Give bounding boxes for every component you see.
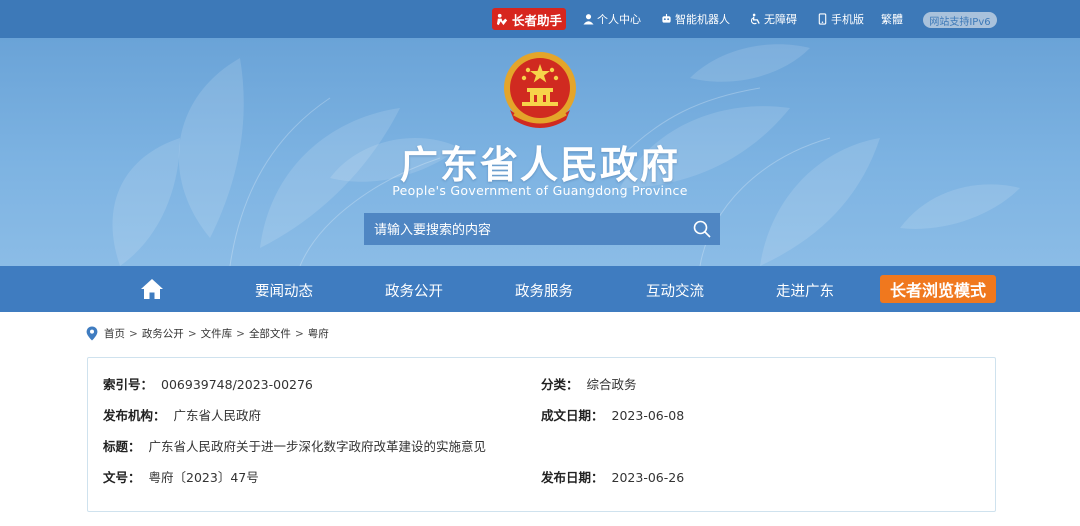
index-number-label: 索引号：	[103, 377, 154, 392]
top-utility-bar: 长者助手 个人中心 智能机器人 无障碍 手机版 繁體 网站支持IPv6	[0, 0, 1080, 38]
elder-helper-button[interactable]: 长者助手	[492, 8, 566, 30]
nav-item-gov-affairs[interactable]: 政务公开	[385, 280, 443, 301]
publisher-value: 广东省人民政府	[173, 408, 262, 423]
breadcrumb-separator: >	[187, 327, 197, 340]
nav-item-news[interactable]: 要闻动态	[255, 280, 313, 301]
search-input[interactable]	[364, 213, 684, 245]
created-date-field: 成文日期： 2023-06-08	[541, 405, 684, 424]
ipv6-badge: 网站支持IPv6	[923, 12, 997, 28]
traditional-chinese-link[interactable]: 繁體	[881, 11, 903, 27]
breadcrumb-separator: >	[236, 327, 245, 340]
nav-item-gov-services[interactable]: 政务服务	[515, 280, 573, 301]
home-icon[interactable]	[140, 278, 164, 300]
doc-number-field: 文号： 粤府〔2023〕47号	[103, 467, 259, 486]
accessibility-label: 无障碍	[764, 13, 797, 26]
category-field: 分类： 综合政务	[541, 374, 637, 393]
created-date-label: 成文日期：	[541, 408, 604, 423]
mobile-icon	[818, 13, 827, 25]
document-info-card: 索引号： 006939748/2023-00276 分类： 综合政务 发布机构： 广东…	[87, 357, 996, 512]
published-date-label: 发布日期：	[541, 470, 604, 485]
breadcrumb-file-library[interactable]: 文件库	[201, 326, 233, 341]
index-number-value: 006939748/2023-00276	[161, 377, 313, 392]
breadcrumb-home[interactable]: 首页	[104, 326, 125, 341]
category-value: 综合政务	[586, 377, 637, 392]
published-date-value: 2023-06-26	[611, 470, 685, 485]
mobile-link[interactable]: 手机版	[817, 11, 864, 27]
title-field: 标题： 广东省人民政府关于进一步深化数字政府改革建设的实施意见	[103, 436, 486, 455]
doc-number-label: 文号：	[103, 470, 141, 485]
publisher-field: 发布机构： 广东省人民政府	[103, 405, 261, 424]
accessibility-icon	[750, 13, 760, 25]
title-label: 标题：	[103, 439, 141, 454]
traditional-chinese-label: 繁體	[881, 13, 903, 26]
elder-helper-label: 长者助手	[511, 12, 562, 28]
breadcrumb-separator: >	[129, 327, 138, 340]
breadcrumb-gov-affairs[interactable]: 政务公开	[142, 326, 184, 341]
doc-number-value: 粤府〔2023〕47号	[148, 470, 259, 485]
nav-item-interaction[interactable]: 互动交流	[646, 280, 704, 301]
personal-center-link[interactable]: 个人中心	[583, 11, 641, 27]
site-banner: 广东省人民政府 People's Government of Guangdong…	[0, 38, 1080, 266]
user-icon	[583, 14, 594, 25]
title-value: 广东省人民政府关于进一步深化数字政府改革建设的实施意见	[148, 439, 487, 454]
nav-item-guangdong[interactable]: 走进广东	[776, 280, 834, 301]
personal-center-label: 个人中心	[597, 13, 641, 26]
published-date-field: 发布日期： 2023-06-26	[541, 467, 684, 486]
robot-icon	[662, 13, 671, 23]
search-bar	[364, 213, 720, 245]
elder-helper-icon	[496, 13, 508, 25]
site-subtitle: People's Government of Guangdong Provinc…	[392, 183, 688, 198]
index-number-field: 索引号： 006939748/2023-00276	[103, 374, 313, 393]
accessibility-link[interactable]: 无障碍	[750, 11, 797, 27]
national-emblem-icon	[504, 52, 576, 128]
elder-mode-button[interactable]: 长者浏览模式	[880, 275, 996, 303]
breadcrumb-separator: >	[294, 327, 304, 340]
site-title: 广东省人民政府	[399, 143, 680, 187]
robot-label: 智能机器人	[675, 13, 730, 26]
breadcrumb-yuefu[interactable]: 粤府	[308, 326, 329, 341]
publisher-label: 发布机构：	[103, 408, 166, 423]
search-icon	[693, 220, 711, 238]
created-date-value: 2023-06-08	[611, 408, 685, 423]
mobile-label: 手机版	[831, 13, 864, 26]
search-button[interactable]	[684, 213, 720, 245]
breadcrumb-all-files[interactable]: 全部文件	[249, 326, 291, 341]
location-pin-icon	[86, 326, 98, 341]
main-nav: 要闻动态 政务公开 政务服务 互动交流 走进广东 长者浏览模式	[0, 266, 1080, 312]
breadcrumb: 首页 > 政务公开 > 文件库 > 全部文件 > 粤府	[86, 326, 329, 341]
robot-link[interactable]: 智能机器人	[661, 11, 730, 27]
category-label: 分类：	[541, 377, 579, 392]
